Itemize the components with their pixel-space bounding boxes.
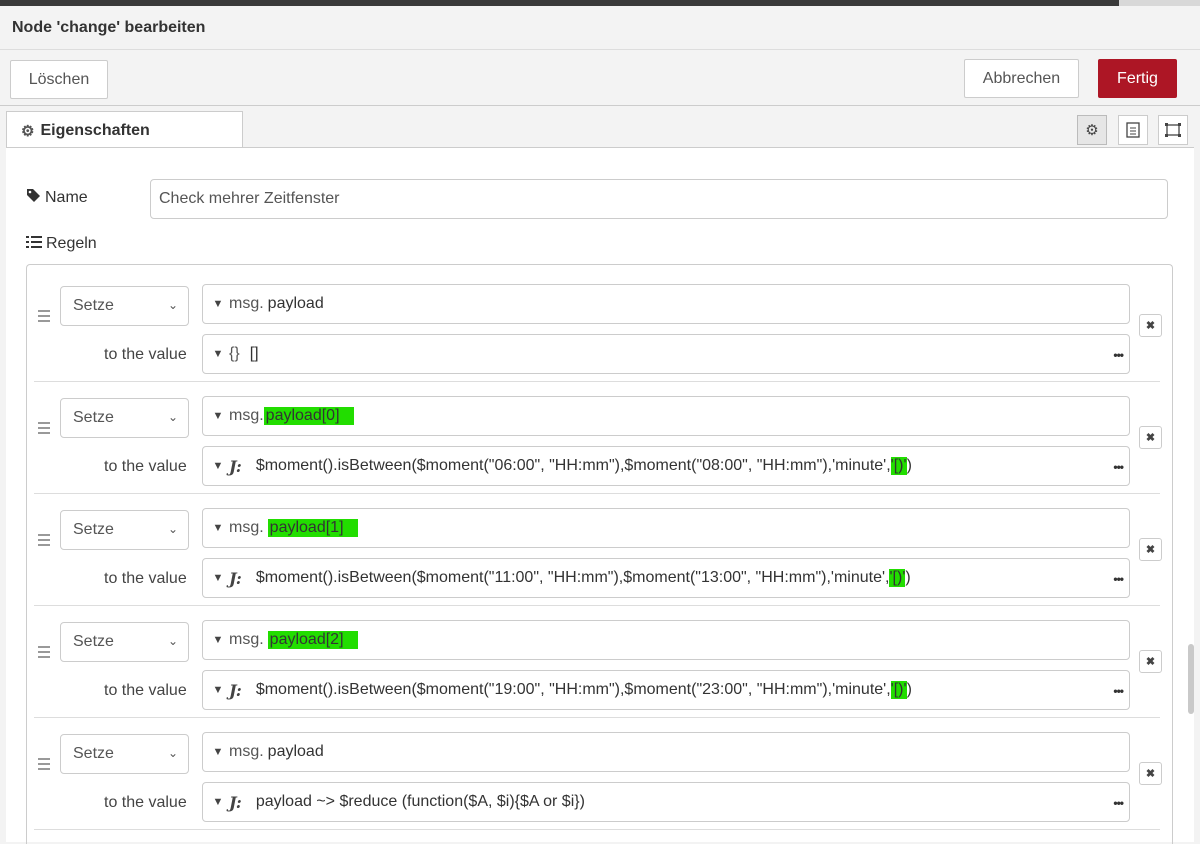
list-item: Setze ⌄ ▼ msg. payload to the value ▼ {}… [34, 270, 1162, 382]
jsonata-icon: J: [229, 456, 242, 476]
value-input[interactable]: ▼ J: $moment().isBetween($moment("19:00"… [202, 670, 1130, 710]
type-dropdown-icon[interactable]: ▼ [207, 298, 229, 310]
remove-rule-icon[interactable]: ✖ [1139, 314, 1162, 337]
appearance-icon[interactable] [1158, 115, 1188, 145]
action-select[interactable]: Setze ⌄ [60, 734, 189, 774]
scrollbar[interactable] [1188, 644, 1194, 714]
tab-properties[interactable]: ⚙ Eigenschaften [6, 111, 243, 149]
to-value-label: to the value [104, 570, 187, 587]
type-dropdown-icon[interactable]: ▼ [207, 522, 229, 534]
chevron-down-icon: ⌄ [167, 298, 178, 312]
property-input[interactable]: ▼ msg. payload[0] [202, 396, 1130, 436]
jsonata-icon: J: [229, 680, 242, 700]
property-input[interactable]: ▼ msg. payload [202, 284, 1130, 324]
chevron-down-icon: ⌄ [167, 634, 178, 648]
type-dropdown-icon[interactable]: ▼ [207, 572, 229, 584]
expand-editor-icon[interactable]: ••• [1113, 796, 1124, 810]
remove-rule-icon[interactable]: ✖ [1139, 650, 1162, 673]
name-label: Name [26, 188, 88, 207]
type-dropdown-icon[interactable]: ▼ [207, 746, 229, 758]
gear-icon: ⚙ [21, 122, 35, 140]
drag-handle-icon[interactable] [38, 646, 50, 661]
tab-bar: ⚙ Eigenschaften ⚙ [0, 106, 1200, 149]
expand-editor-icon[interactable]: ••• [1113, 684, 1124, 698]
expand-editor-icon[interactable]: ••• [1113, 460, 1124, 474]
description-icon[interactable] [1118, 115, 1148, 145]
to-value-label: to the value [104, 458, 187, 475]
to-value-label: to the value [104, 794, 187, 811]
chevron-down-icon: ⌄ [167, 522, 178, 536]
drag-handle-icon[interactable] [38, 310, 50, 325]
dialog-header: Node 'change' bearbeiten [0, 6, 1200, 50]
list-item: Setze ⌄ ▼ msg. payload[2] to the value ▼… [34, 606, 1162, 718]
type-dropdown-icon[interactable]: ▼ [207, 684, 229, 696]
jsonata-icon: J: [229, 792, 242, 812]
expand-editor-icon[interactable]: ••• [1113, 348, 1124, 362]
drag-handle-icon[interactable] [38, 758, 50, 773]
cancel-button[interactable]: Abbrechen [964, 59, 1079, 98]
type-dropdown-icon[interactable]: ▼ [207, 460, 229, 472]
property-input[interactable]: ▼ msg. payload[1] [202, 508, 1130, 548]
drag-handle-icon[interactable] [38, 422, 50, 437]
chevron-down-icon: ⌄ [167, 746, 178, 760]
remove-rule-icon[interactable]: ✖ [1139, 762, 1162, 785]
remove-rule-icon[interactable]: ✖ [1139, 538, 1162, 561]
list-item: Setze ⌄ ▼ msg. payload[0] to the value ▼… [34, 382, 1162, 494]
to-value-label: to the value [104, 346, 187, 363]
dialog-title: Node 'change' bearbeiten [12, 19, 206, 36]
property-input[interactable]: ▼ msg. payload[2] [202, 620, 1130, 660]
to-value-label: to the value [104, 682, 187, 699]
remove-rule-icon[interactable]: ✖ [1139, 426, 1162, 449]
drag-handle-icon[interactable] [38, 534, 50, 549]
tag-icon [26, 188, 41, 207]
action-select[interactable]: Setze ⌄ [60, 510, 189, 550]
value-input[interactable]: ▼ {} [] ••• [202, 334, 1130, 374]
value-input[interactable]: ▼ J: $moment().isBetween($moment("11:00"… [202, 558, 1130, 598]
gear-icon[interactable]: ⚙ [1077, 115, 1107, 145]
chevron-down-icon: ⌄ [167, 410, 178, 424]
delete-button[interactable]: Löschen [10, 60, 108, 99]
value-input[interactable]: ▼ J: $moment().isBetween($moment("06:00"… [202, 446, 1130, 486]
list-item: Setze ⌄ ▼ msg. payload to the value ▼ J:… [34, 718, 1162, 830]
name-input[interactable]: Check mehrer Zeitfenster [150, 179, 1168, 219]
dialog-action-bar: Löschen Abbrechen Fertig [0, 50, 1200, 106]
type-dropdown-icon[interactable]: ▼ [207, 410, 229, 422]
expand-editor-icon[interactable]: ••• [1113, 572, 1124, 586]
action-select[interactable]: Setze ⌄ [60, 286, 189, 326]
action-select[interactable]: Setze ⌄ [60, 398, 189, 438]
list-icon [26, 235, 42, 253]
type-dropdown-icon[interactable]: ▼ [207, 796, 229, 808]
value-input[interactable]: ▼ J: payload ~> $reduce (function($A, $i… [202, 782, 1130, 822]
done-button[interactable]: Fertig [1098, 59, 1177, 98]
type-dropdown-icon[interactable]: ▼ [207, 634, 229, 646]
property-input[interactable]: ▼ msg. payload [202, 732, 1130, 772]
properties-panel: Name Check mehrer Zeitfenster Regeln Set… [6, 147, 1194, 844]
jsonata-icon: J: [229, 568, 242, 588]
action-select[interactable]: Setze ⌄ [60, 622, 189, 662]
rules-list: Setze ⌄ ▼ msg. payload to the value ▼ {}… [26, 264, 1173, 844]
list-item: Setze ⌄ ▼ msg. payload[1] to the value ▼… [34, 494, 1162, 606]
type-dropdown-icon[interactable]: ▼ [207, 348, 229, 360]
tab-properties-label: Eigenschaften [40, 121, 150, 139]
json-type-icon: {} [229, 345, 240, 362]
rules-label: Regeln [26, 235, 97, 253]
